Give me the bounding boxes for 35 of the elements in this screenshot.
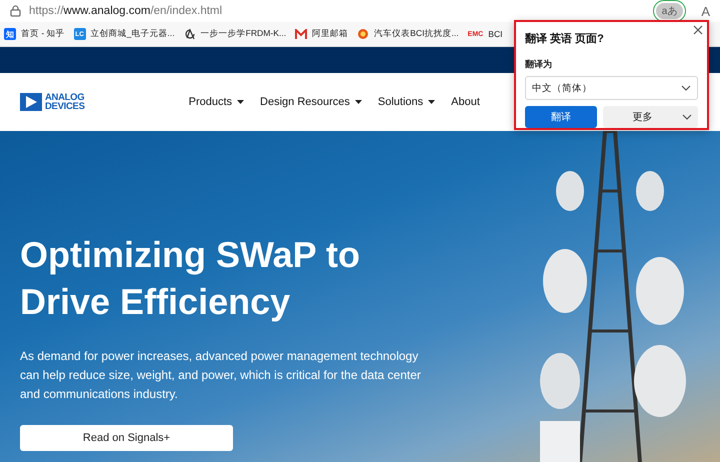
nav-link[interactable]: Products — [188, 96, 232, 108]
bookmark-link[interactable]: 汽车仪表BCI抗扰度... — [374, 28, 459, 40]
nav-link[interactable]: Solutions — [378, 96, 424, 108]
language-dropdown[interactable]: 中文（简体） — [525, 76, 698, 100]
lock-icon — [10, 5, 21, 17]
translate-action-button[interactable]: 翻译 — [525, 106, 596, 128]
bookmark-link[interactable]: 首页 - 知乎 — [21, 28, 65, 40]
caret-icon — [354, 100, 362, 104]
popup-title: 翻译 英语 页面? — [525, 32, 605, 46]
seal-icon — [357, 28, 370, 40]
caret-icon — [237, 100, 244, 104]
hero-title: Optimizing SWaP to Drive Efficiency — [20, 233, 361, 324]
address-field[interactable]: https://www.analog.com/en/index.html — [29, 5, 648, 17]
nav-link[interactable]: Design Resources — [260, 96, 350, 108]
m-letter-icon — [295, 28, 308, 40]
translate-button[interactable]: aあ — [656, 3, 684, 19]
more-button[interactable]: 更多 — [602, 106, 698, 128]
logo-icon — [20, 93, 42, 111]
close-icon[interactable] — [692, 24, 704, 36]
field-label: 翻译为 — [525, 58, 553, 71]
chevron-icon — [682, 114, 692, 120]
bookmark-link[interactable]: 立创商城_电子元器... — [90, 28, 175, 40]
caret-icon — [428, 100, 436, 104]
read-button[interactable]: Read on Signals+ — [20, 425, 233, 451]
swirl-icon — [184, 28, 196, 40]
bookmark-link[interactable]: 一步一步学FRDM-K... — [200, 28, 286, 40]
nav-link[interactable]: About — [451, 96, 480, 108]
bookmark-link[interactable]: 阿里邮箱 — [312, 28, 348, 40]
logo-text: ANALOG — [45, 93, 85, 102]
chevron-icon — [681, 85, 691, 91]
hero-description: As demand for power increases, advanced power management technology can help reduce size, weight, and power, which is critical for the data center and communications industry. — [20, 348, 422, 403]
bookmark-link[interactable]: BCI — [488, 29, 503, 39]
zhihu-icon: 知 — [4, 28, 16, 40]
read-aloud-button[interactable]: A — [701, 4, 710, 18]
logo-text: DEVICES — [45, 102, 85, 111]
